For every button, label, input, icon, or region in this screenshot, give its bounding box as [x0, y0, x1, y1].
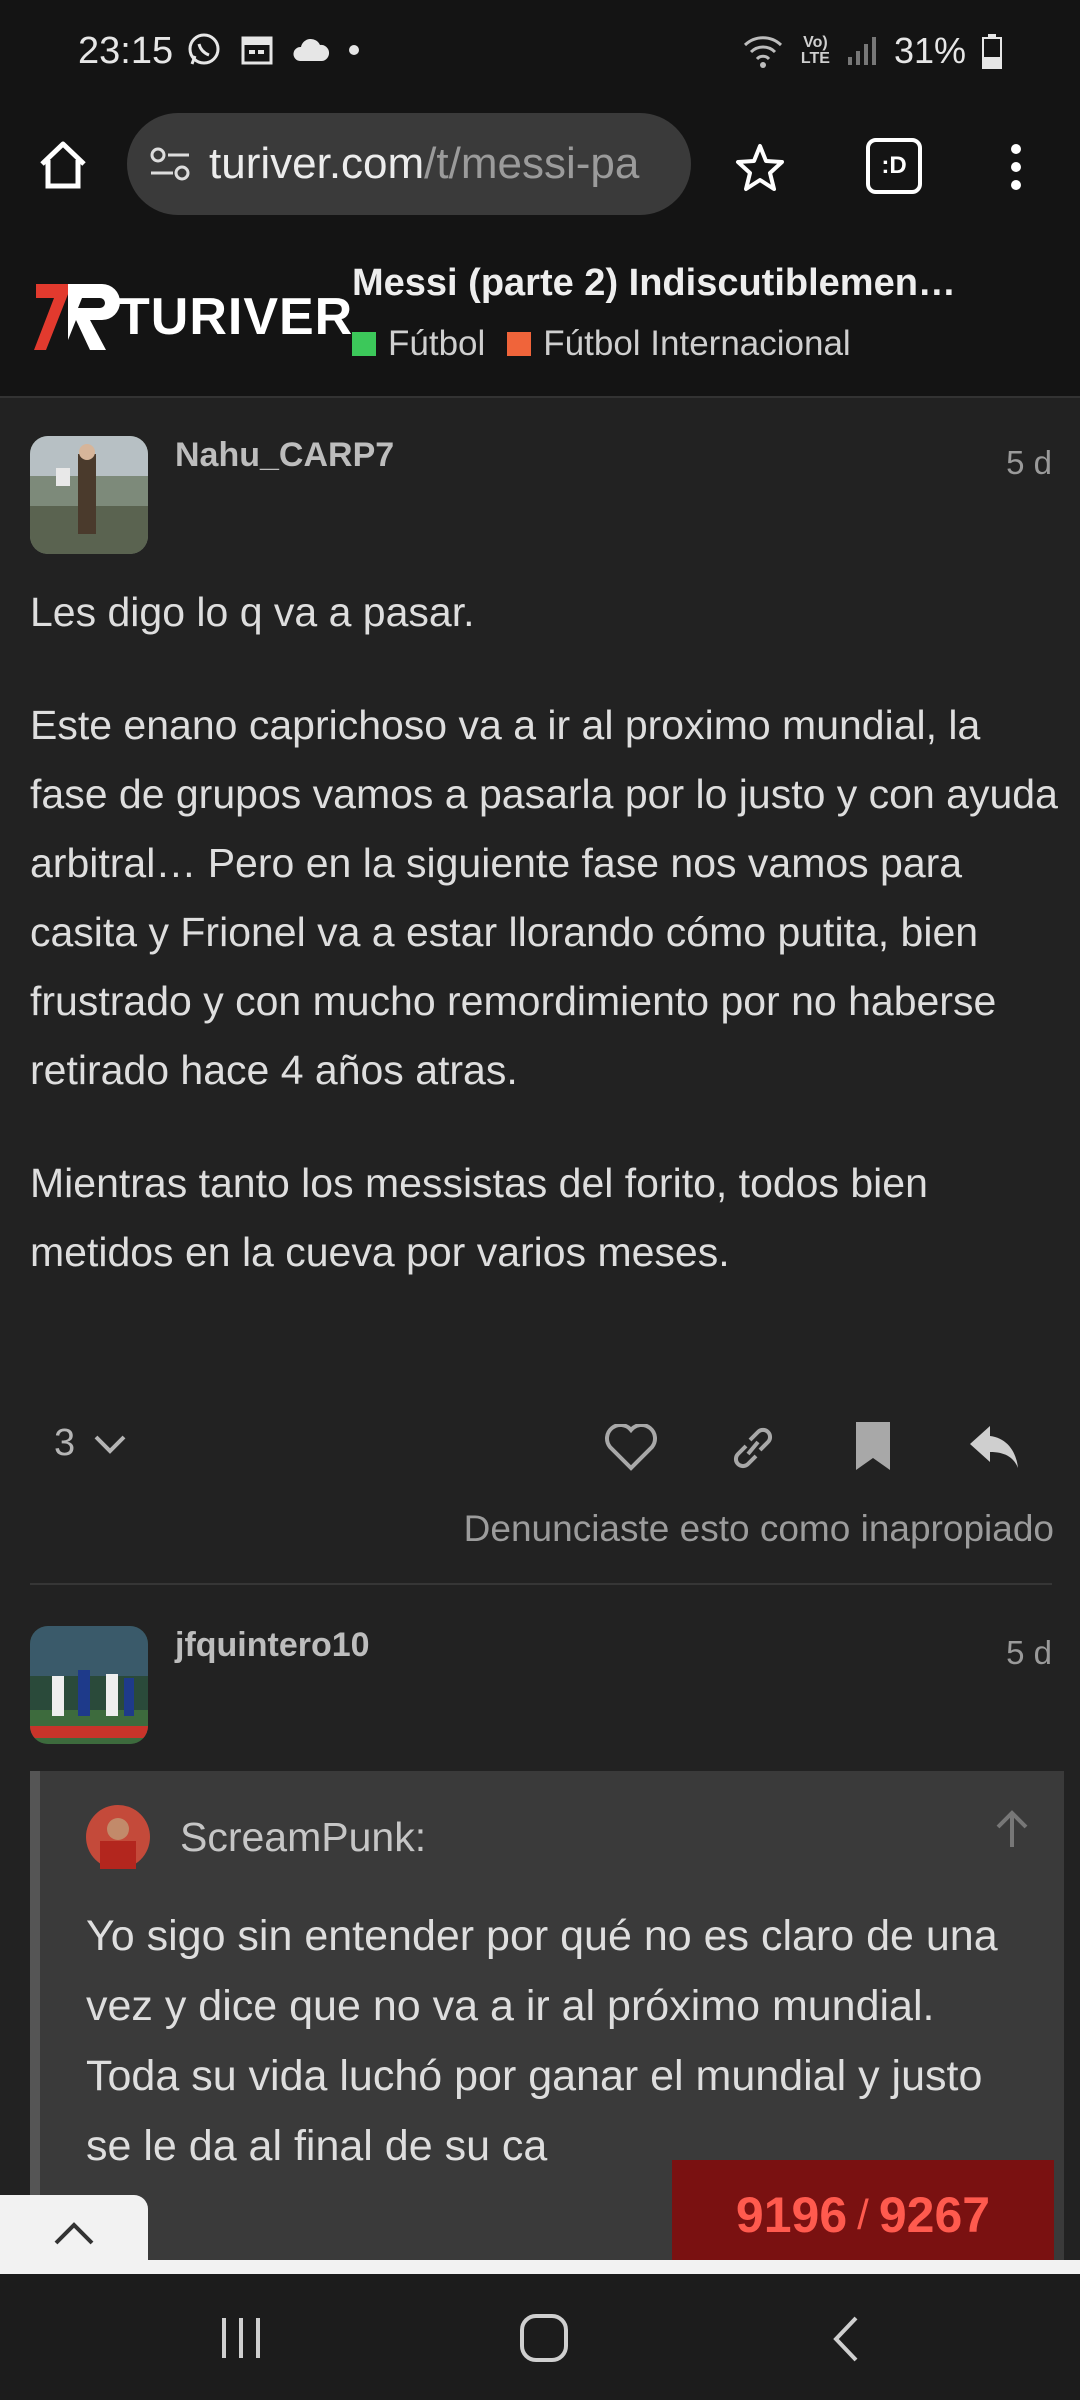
home-icon[interactable]: [36, 138, 90, 192]
chevron-up-icon: [52, 2219, 96, 2247]
battery-icon: [982, 33, 1002, 69]
post-paragraph: Este enano caprichoso va a ir al proximo…: [30, 702, 1058, 1093]
whatsapp-icon: [186, 32, 222, 68]
forum-header: TURIVER Messi (parte 2) Indiscutiblemen……: [0, 238, 1080, 398]
bookmark-icon[interactable]: [852, 1420, 894, 1474]
avatar[interactable]: [30, 1626, 148, 1744]
progress-separator: /: [857, 2191, 869, 2238]
progress-current: 9196: [735, 2187, 848, 2243]
category-futbol[interactable]: Fútbol: [352, 324, 485, 364]
reply-count: 3: [54, 1422, 76, 1464]
category-list: Fútbol Fútbol Internacional: [352, 324, 851, 364]
recent-apps-icon[interactable]: [218, 2316, 264, 2360]
signal-icon: [846, 35, 878, 67]
chevron-down-icon: [93, 1433, 127, 1455]
system-nav-bar: [0, 2274, 1080, 2400]
post-date[interactable]: 5 d: [1006, 444, 1052, 482]
battery-text: 31%: [893, 30, 966, 71]
url-path: /t/messi-pa: [424, 139, 640, 188]
site-settings-icon[interactable]: [149, 144, 193, 184]
calendar-icon: [240, 33, 274, 67]
category-label: Fútbol Internacional: [543, 324, 851, 363]
like-heart-icon[interactable]: [604, 1424, 658, 1472]
topic-title[interactable]: Messi (parte 2) Indiscutiblemen…: [352, 262, 956, 305]
url-domain: turiver.com: [209, 139, 425, 188]
post-paragraph: Les digo lo q va a pasar.: [30, 589, 475, 635]
url-field[interactable]: turiver.com/t/messi-pa: [127, 113, 691, 215]
topic-progress[interactable]: 9196 / 9267: [672, 2160, 1054, 2270]
quote-line: Yo sigo sin entender por qué no es claro…: [86, 1912, 998, 2030]
post-date[interactable]: 5 d: [1006, 1634, 1052, 1672]
back-icon[interactable]: [828, 2314, 862, 2364]
post-body: Les digo lo q va a pasar. Este enano cap…: [30, 578, 1060, 1331]
quote-avatar[interactable]: [86, 1805, 150, 1869]
quote-header: ScreamPunk:: [86, 1805, 426, 1869]
tab-switcher-label: :D: [881, 152, 907, 179]
username[interactable]: Nahu_CARP7: [175, 436, 394, 475]
flag-notice: Denunciaste esto como inapropiado: [463, 1508, 1054, 1549]
volte-icon: Vo) LTE: [800, 34, 830, 67]
cloud-icon: [292, 35, 330, 65]
username[interactable]: jfquintero10: [175, 1626, 370, 1665]
logo-mark-icon: [32, 280, 124, 354]
replies-toggle[interactable]: 3: [54, 1422, 127, 1465]
link-icon[interactable]: [726, 1424, 780, 1472]
status-time: 23:15: [78, 30, 174, 72]
reply-icon[interactable]: [966, 1422, 1022, 1472]
progress-total: 9267: [878, 2187, 991, 2243]
bottom-edge-bar: [0, 2260, 1080, 2274]
quote-text: Yo sigo sin entender por qué no es claro…: [86, 1901, 1026, 2181]
post-divider: [30, 1583, 1052, 1585]
avatar[interactable]: [30, 436, 148, 554]
browser-toolbar: turiver.com/t/messi-pa :D: [0, 108, 1080, 238]
arrow-up-icon[interactable]: [994, 1807, 1030, 1849]
category-color-swatch: [507, 332, 532, 356]
post-paragraph: Mientras tanto los messistas del forito,…: [30, 1160, 928, 1275]
quote-author[interactable]: ScreamPunk:: [180, 1814, 426, 1861]
post-actions: 3: [30, 1410, 1052, 1490]
site-logo[interactable]: TURIVER: [32, 280, 353, 354]
more-options-icon[interactable]: [1008, 142, 1024, 192]
wifi-icon: [741, 33, 785, 69]
logo-text: TURIVER: [118, 288, 354, 346]
category-label: Fútbol: [388, 324, 486, 363]
status-bar: 23:15 Vo) LTE 31%: [0, 0, 1080, 108]
url-text: turiver.com/t/messi-pa: [209, 139, 639, 189]
tab-switcher-button[interactable]: :D: [866, 138, 922, 194]
category-futbol-internacional[interactable]: Fútbol Internacional: [507, 324, 851, 364]
home-nav-icon[interactable]: [518, 2312, 570, 2364]
bookmark-star-icon[interactable]: [734, 142, 786, 194]
dot-icon: [348, 44, 360, 56]
category-color-swatch: [352, 332, 376, 356]
